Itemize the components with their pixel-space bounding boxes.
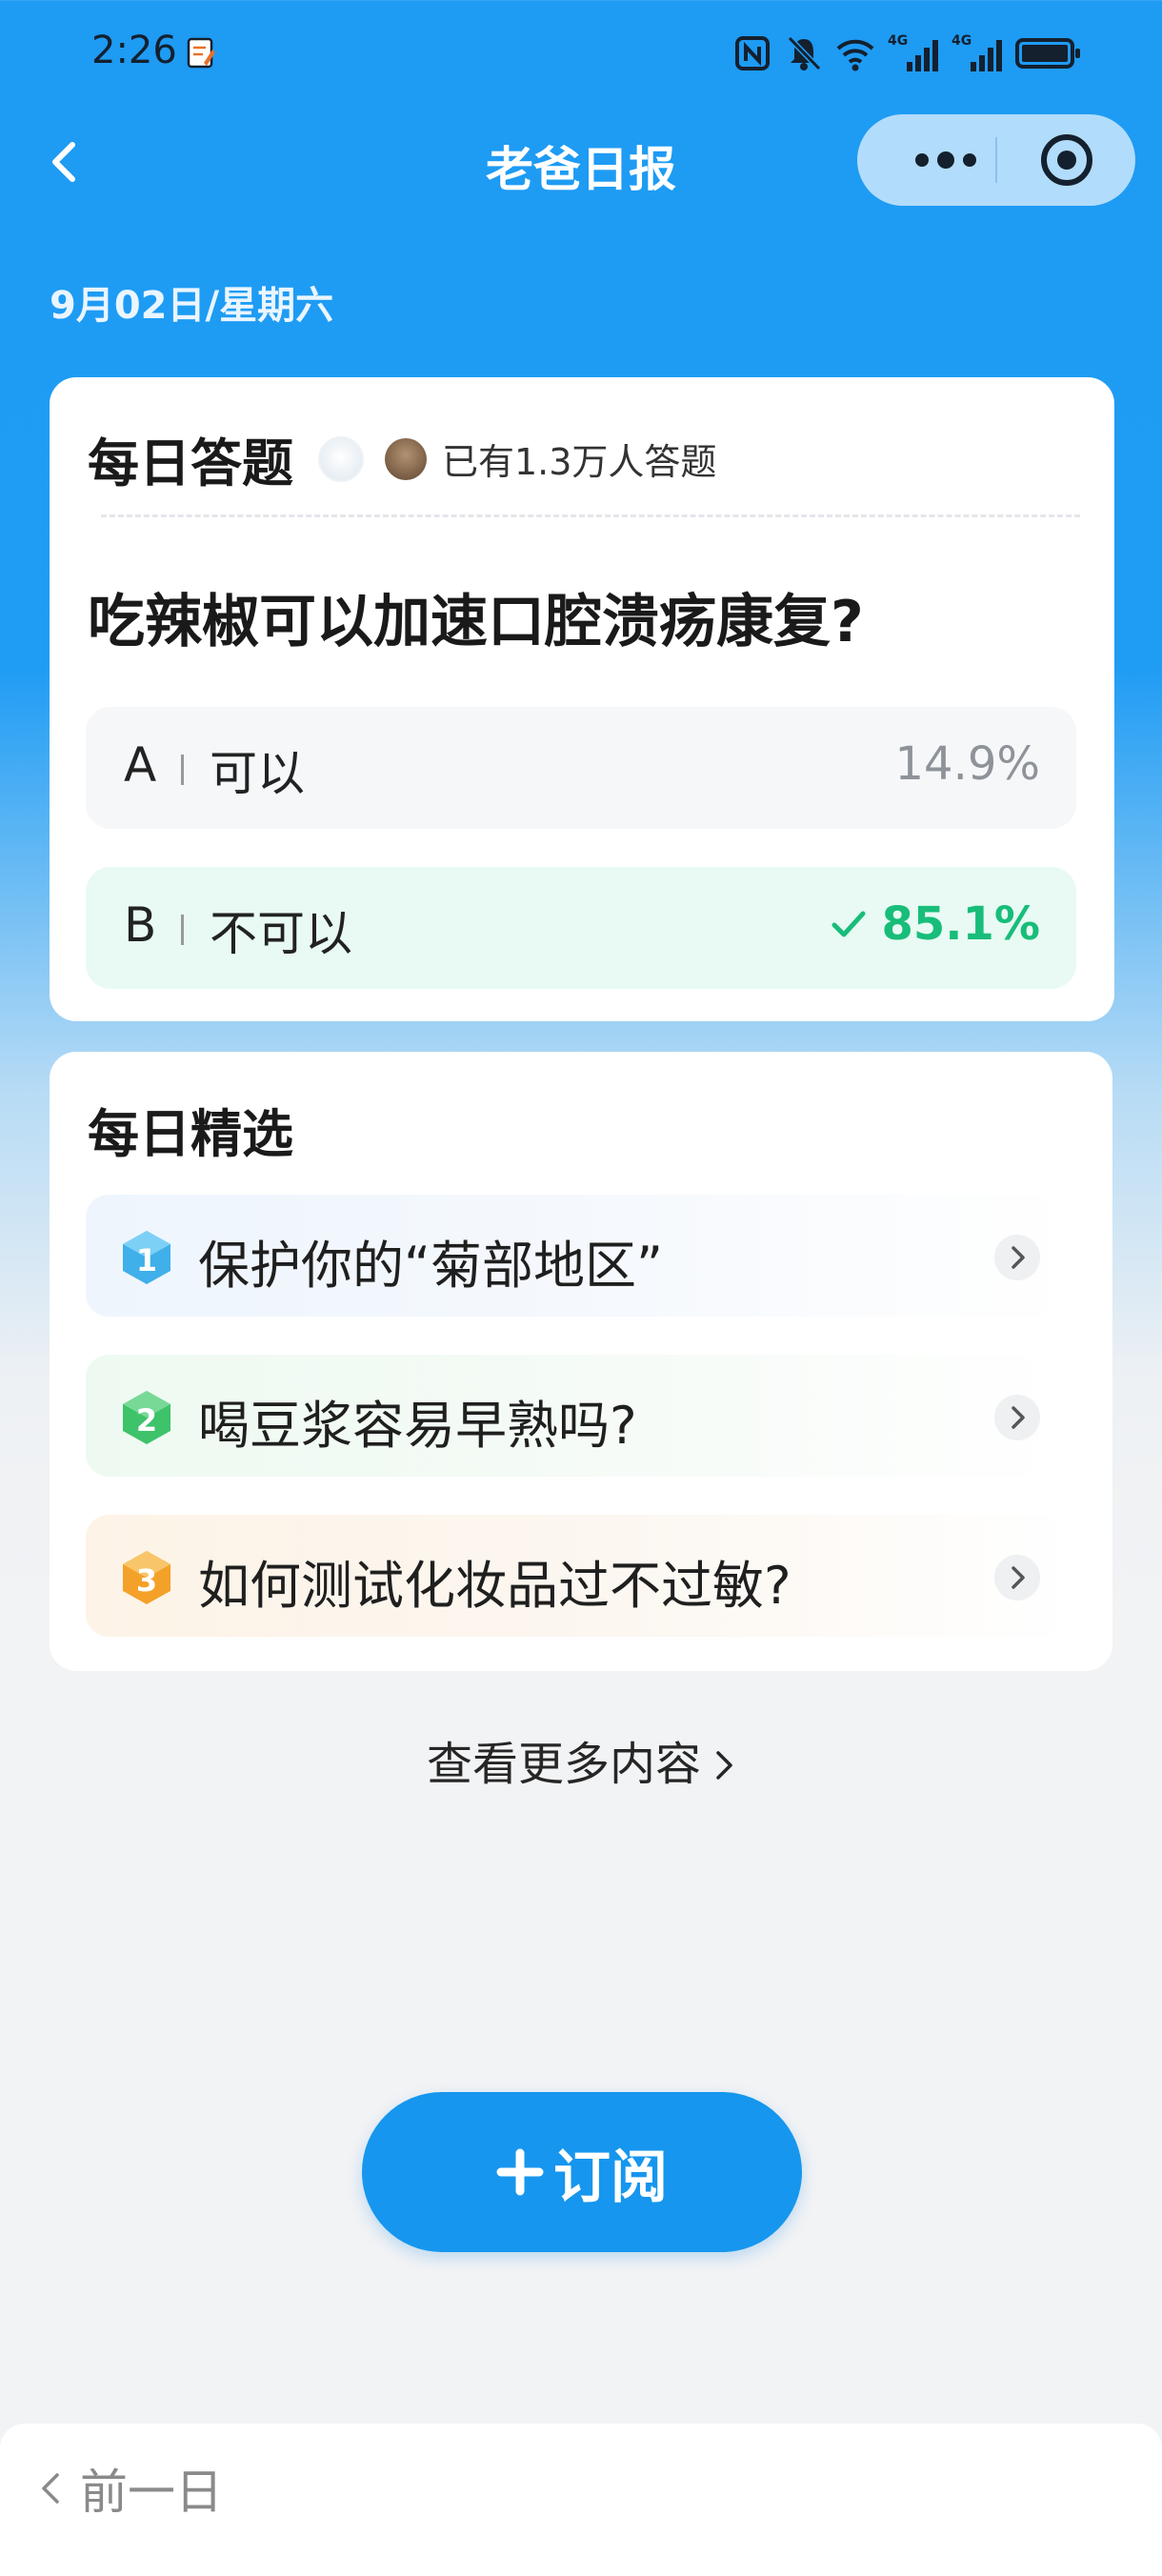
rank-1-icon: 1: [123, 1231, 170, 1284]
mini-program-capsule: [857, 114, 1135, 206]
pick-title: 如何测试化妆品过不过敏?: [198, 1556, 791, 1616]
nfc-icon: [735, 36, 770, 70]
quiz-header: 每日答题 已有1.3万人答题: [88, 421, 716, 496]
divider: [101, 514, 1080, 517]
option-text: 不可以: [210, 906, 352, 961]
chevron-right-icon[interactable]: [994, 1395, 1040, 1440]
picks-title: 每日精选: [88, 1104, 293, 1164]
option-separator: [181, 915, 184, 945]
pick-item-1[interactable]: 1 保护你的“菊部地区”: [86, 1195, 1076, 1317]
quiz-title: 每日答题: [88, 433, 293, 493]
option-letter: B: [124, 897, 157, 953]
quiz-option-a[interactable]: A 可以 14.9%: [86, 707, 1076, 829]
previous-day-label: 前一日: [80, 2465, 223, 2520]
capsule-divider: [995, 137, 997, 183]
avatar: [385, 437, 427, 480]
subscribe-button[interactable]: 订阅: [362, 2092, 802, 2252]
pick-title: 保护你的“菊部地区”: [198, 1236, 663, 1296]
option-text: 可以: [210, 746, 305, 801]
pick-item-2[interactable]: 2 喝豆浆容易早熟吗?: [86, 1355, 1076, 1477]
view-more-link[interactable]: 查看更多内容: [0, 1726, 1162, 1793]
chevron-left-icon: [42, 2473, 59, 2504]
option-separator: [181, 755, 184, 785]
bell-muted-icon: [787, 35, 822, 71]
pick-item-3[interactable]: 3 如何测试化妆品过不过敏?: [86, 1515, 1076, 1637]
answered-count: 已有1.3万人答题: [442, 441, 717, 483]
option-percent: 14.9%: [894, 737, 1040, 791]
view-more-label: 查看更多内容: [426, 1738, 701, 1791]
bottom-bar: 前一日: [0, 2424, 1162, 2576]
svg-text:3: 3: [136, 1562, 157, 1599]
battery-icon: [1015, 38, 1080, 69]
quiz-option-b[interactable]: B 不可以 85.1%: [86, 867, 1076, 989]
chevron-right-icon[interactable]: [994, 1235, 1040, 1280]
quiz-question: 吃辣椒可以加速口腔溃疡康复?: [88, 589, 864, 655]
option-percent-correct: 85.1%: [830, 897, 1040, 951]
daily-quiz-card: 每日答题 已有1.3万人答题 吃辣椒可以加速口腔溃疡康复? A 可以 14.9%…: [50, 377, 1114, 1021]
date-label: 9月02日/星期六: [50, 284, 334, 328]
plus-icon: [496, 2148, 544, 2196]
option-percent: 85.1%: [881, 897, 1040, 951]
status-bar: 2:26 4G 4G: [0, 0, 1162, 114]
status-icons: 4G 4G: [733, 33, 1080, 72]
svg-text:1: 1: [136, 1242, 157, 1278]
chevron-right-icon: [716, 1751, 732, 1780]
rank-3-icon: 3: [123, 1551, 170, 1604]
wifi-icon: [836, 39, 874, 71]
close-mini-program-icon[interactable]: [1036, 130, 1097, 191]
option-letter: A: [124, 737, 157, 793]
notes-app-icon: [187, 37, 215, 69]
cellular-signal-2-icon: 4G: [952, 33, 1002, 71]
status-time: 2:26: [91, 29, 177, 72]
checkmark-icon: [831, 911, 866, 937]
nav-bar: 老爸日报: [0, 114, 1162, 210]
rank-2-icon: 2: [123, 1391, 170, 1444]
pick-title: 喝豆浆容易早熟吗?: [198, 1396, 637, 1456]
daily-picks-card: 每日精选 1 保护你的“菊部地区” 2 喝豆浆容易早熟吗? 3 如何测试化妆品过…: [50, 1052, 1112, 1671]
svg-text:2: 2: [136, 1402, 157, 1439]
chevron-right-icon[interactable]: [994, 1555, 1040, 1600]
previous-day-button[interactable]: 前一日: [38, 2454, 223, 2523]
subscribe-label: 订阅: [553, 2143, 668, 2211]
avatar: [318, 435, 364, 482]
cellular-signal-1-icon: 4G: [888, 33, 938, 71]
more-options-icon[interactable]: [893, 114, 998, 206]
